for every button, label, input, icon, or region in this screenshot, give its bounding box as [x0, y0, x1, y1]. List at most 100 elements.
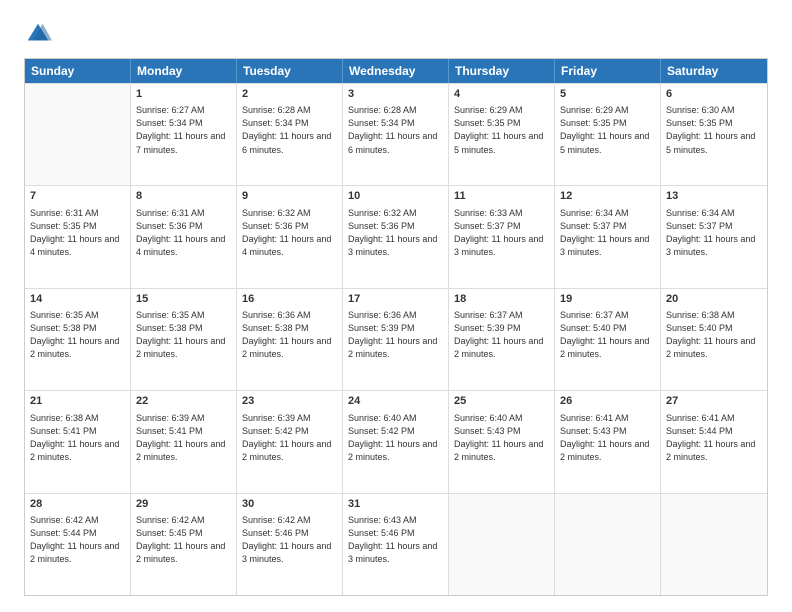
calendar-cell: 8Sunrise: 6:31 AMSunset: 5:36 PMDaylight… — [131, 186, 237, 287]
calendar-cell: 28 Sunrise: 6:42 AMSunset: 5:44 PMDayligh… — [25, 494, 131, 595]
cell-info: Sunrise: 6:31 AMSunset: 5:36 PMDaylight:… — [136, 207, 231, 259]
calendar-cell: 23Sunrise: 6:39 AMSunset: 5:42 PMDayligh… — [237, 391, 343, 492]
cell-info: Sunrise: 6:40 AMSunset: 5:43 PMDaylight:… — [454, 412, 549, 464]
calendar-cell: 27Sunrise: 6:41 AMSunset: 5:44 PMDayligh… — [661, 391, 767, 492]
calendar-body: 1 Sunrise: 6:27 AMSunset: 5:34 PMDaylight… — [25, 83, 767, 595]
day-number: 16 — [242, 292, 337, 307]
calendar-cell: 24 Sunrise: 6:40 AMSunset: 5:42 PMDayligh… — [343, 391, 449, 492]
calendar-cell: 6 Sunrise: 6:30 AMSunset: 5:35 PMDaylight… — [661, 84, 767, 185]
cell-info: Sunrise: 6:36 AMSunset: 5:38 PMDaylight:… — [242, 309, 337, 361]
cell-info: Sunrise: 6:34 AMSunset: 5:37 PMDaylight:… — [666, 207, 762, 259]
day-number: 2 — [242, 87, 337, 102]
calendar-cell: 4 Sunrise: 6:29 AMSunset: 5:35 PMDaylight… — [449, 84, 555, 185]
day-number: 14 — [30, 292, 125, 307]
page: SundayMondayTuesdayWednesdayThursdayFrid… — [0, 0, 792, 612]
cell-info: Sunrise: 6:39 AMSunset: 5:41 PMDaylight:… — [136, 412, 231, 464]
calendar-header: SundayMondayTuesdayWednesdayThursdayFrid… — [25, 59, 767, 83]
logo-icon — [24, 20, 52, 48]
cell-info: Sunrise: 6:30 AMSunset: 5:35 PMDaylight:… — [666, 104, 762, 156]
calendar-cell: 16 Sunrise: 6:36 AMSunset: 5:38 PMDayligh… — [237, 289, 343, 390]
day-number: 5 — [560, 87, 655, 102]
day-number: 21 — [30, 394, 125, 409]
cell-info: Sunrise: 6:43 AMSunset: 5:46 PMDaylight:… — [348, 514, 443, 566]
day-number: 4 — [454, 87, 549, 102]
calendar-cell: 31 Sunrise: 6:43 AMSunset: 5:46 PMDayligh… — [343, 494, 449, 595]
calendar-cell: 10 Sunrise: 6:32 AMSunset: 5:36 PMDayligh… — [343, 186, 449, 287]
calendar-row-2: 14 Sunrise: 6:35 AMSunset: 5:38 PMDayligh… — [25, 288, 767, 390]
day-number: 19 — [560, 292, 655, 307]
calendar-row-3: 21 Sunrise: 6:38 AMSunset: 5:41 PMDayligh… — [25, 390, 767, 492]
cell-info: Sunrise: 6:42 AMSunset: 5:45 PMDaylight:… — [136, 514, 231, 566]
calendar-row-0: 1 Sunrise: 6:27 AMSunset: 5:34 PMDaylight… — [25, 83, 767, 185]
day-number: 23 — [242, 394, 337, 409]
calendar-cell: 9Sunrise: 6:32 AMSunset: 5:36 PMDaylight… — [237, 186, 343, 287]
day-number: 12 — [560, 189, 655, 204]
cell-info: Sunrise: 6:33 AMSunset: 5:37 PMDaylight:… — [454, 207, 549, 259]
day-number: 29 — [136, 497, 231, 512]
cell-info: Sunrise: 6:32 AMSunset: 5:36 PMDaylight:… — [348, 207, 443, 259]
cell-info: Sunrise: 6:40 AMSunset: 5:42 PMDaylight:… — [348, 412, 443, 464]
day-number: 15 — [136, 292, 231, 307]
calendar-cell: 29 Sunrise: 6:42 AMSunset: 5:45 PMDayligh… — [131, 494, 237, 595]
day-number: 6 — [666, 87, 762, 102]
calendar-cell: 7 Sunrise: 6:31 AMSunset: 5:35 PMDaylight… — [25, 186, 131, 287]
calendar-cell — [555, 494, 661, 595]
calendar-cell: 21 Sunrise: 6:38 AMSunset: 5:41 PMDayligh… — [25, 391, 131, 492]
calendar-cell: 2 Sunrise: 6:28 AMSunset: 5:34 PMDaylight… — [237, 84, 343, 185]
day-number: 9 — [242, 189, 337, 204]
header — [24, 20, 768, 48]
day-number: 26 — [560, 394, 655, 409]
calendar: SundayMondayTuesdayWednesdayThursdayFrid… — [24, 58, 768, 596]
cell-info: Sunrise: 6:28 AMSunset: 5:34 PMDaylight:… — [242, 104, 337, 156]
cell-info: Sunrise: 6:31 AMSunset: 5:35 PMDaylight:… — [30, 207, 125, 259]
calendar-cell: 12 Sunrise: 6:34 AMSunset: 5:37 PMDayligh… — [555, 186, 661, 287]
cell-info: Sunrise: 6:38 AMSunset: 5:40 PMDaylight:… — [666, 309, 762, 361]
calendar-cell — [661, 494, 767, 595]
day-number: 30 — [242, 497, 337, 512]
cell-info: Sunrise: 6:28 AMSunset: 5:34 PMDaylight:… — [348, 104, 443, 156]
day-number: 10 — [348, 189, 443, 204]
calendar-cell: 18 Sunrise: 6:37 AMSunset: 5:39 PMDayligh… — [449, 289, 555, 390]
calendar-cell: 22Sunrise: 6:39 AMSunset: 5:41 PMDayligh… — [131, 391, 237, 492]
cell-info: Sunrise: 6:41 AMSunset: 5:43 PMDaylight:… — [560, 412, 655, 464]
day-number: 27 — [666, 394, 762, 409]
cell-info: Sunrise: 6:37 AMSunset: 5:40 PMDaylight:… — [560, 309, 655, 361]
calendar-cell: 30Sunrise: 6:42 AMSunset: 5:46 PMDayligh… — [237, 494, 343, 595]
day-number: 7 — [30, 189, 125, 204]
day-number: 17 — [348, 292, 443, 307]
calendar-cell: 14 Sunrise: 6:35 AMSunset: 5:38 PMDayligh… — [25, 289, 131, 390]
logo — [24, 20, 56, 48]
calendar-cell: 3 Sunrise: 6:28 AMSunset: 5:34 PMDaylight… — [343, 84, 449, 185]
cell-info: Sunrise: 6:34 AMSunset: 5:37 PMDaylight:… — [560, 207, 655, 259]
cell-info: Sunrise: 6:29 AMSunset: 5:35 PMDaylight:… — [454, 104, 549, 156]
weekday-header-thursday: Thursday — [449, 59, 555, 83]
calendar-row-4: 28 Sunrise: 6:42 AMSunset: 5:44 PMDayligh… — [25, 493, 767, 595]
cell-info: Sunrise: 6:42 AMSunset: 5:44 PMDaylight:… — [30, 514, 125, 566]
calendar-cell: 19 Sunrise: 6:37 AMSunset: 5:40 PMDayligh… — [555, 289, 661, 390]
cell-info: Sunrise: 6:27 AMSunset: 5:34 PMDaylight:… — [136, 104, 231, 156]
day-number: 28 — [30, 497, 125, 512]
day-number: 20 — [666, 292, 762, 307]
cell-info: Sunrise: 6:36 AMSunset: 5:39 PMDaylight:… — [348, 309, 443, 361]
calendar-cell: 1 Sunrise: 6:27 AMSunset: 5:34 PMDaylight… — [131, 84, 237, 185]
calendar-cell — [449, 494, 555, 595]
calendar-cell: 15Sunrise: 6:35 AMSunset: 5:38 PMDayligh… — [131, 289, 237, 390]
day-number: 18 — [454, 292, 549, 307]
calendar-cell: 25Sunrise: 6:40 AMSunset: 5:43 PMDayligh… — [449, 391, 555, 492]
cell-info: Sunrise: 6:38 AMSunset: 5:41 PMDaylight:… — [30, 412, 125, 464]
calendar-row-1: 7 Sunrise: 6:31 AMSunset: 5:35 PMDaylight… — [25, 185, 767, 287]
cell-info: Sunrise: 6:37 AMSunset: 5:39 PMDaylight:… — [454, 309, 549, 361]
day-number: 3 — [348, 87, 443, 102]
weekday-header-tuesday: Tuesday — [237, 59, 343, 83]
calendar-cell: 26 Sunrise: 6:41 AMSunset: 5:43 PMDayligh… — [555, 391, 661, 492]
calendar-cell — [25, 84, 131, 185]
cell-info: Sunrise: 6:29 AMSunset: 5:35 PMDaylight:… — [560, 104, 655, 156]
calendar-cell: 11 Sunrise: 6:33 AMSunset: 5:37 PMDayligh… — [449, 186, 555, 287]
day-number: 1 — [136, 87, 231, 102]
weekday-header-wednesday: Wednesday — [343, 59, 449, 83]
day-number: 11 — [454, 189, 549, 204]
calendar-cell: 20 Sunrise: 6:38 AMSunset: 5:40 PMDayligh… — [661, 289, 767, 390]
day-number: 24 — [348, 394, 443, 409]
day-number: 31 — [348, 497, 443, 512]
cell-info: Sunrise: 6:35 AMSunset: 5:38 PMDaylight:… — [30, 309, 125, 361]
